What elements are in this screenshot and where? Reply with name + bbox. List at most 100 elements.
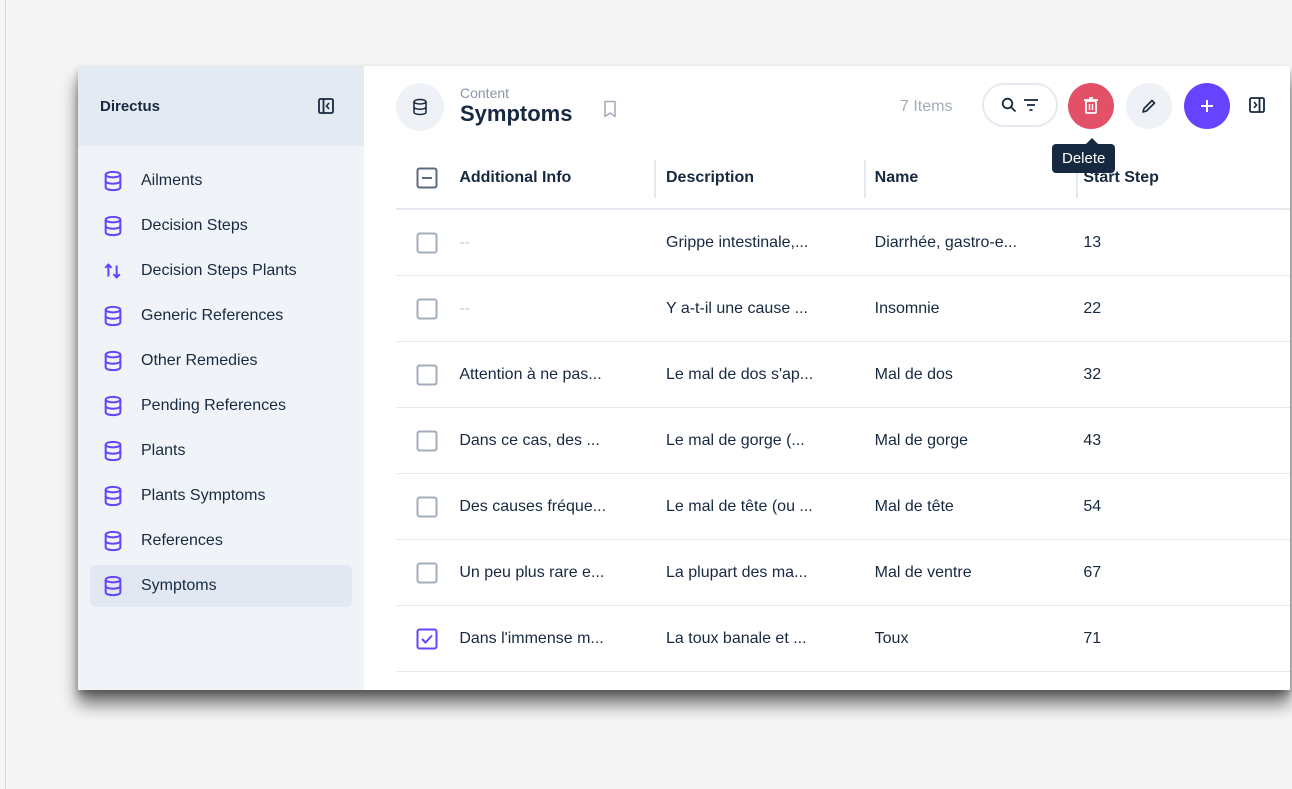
cell-start-step: 13 bbox=[1083, 233, 1102, 251]
sidebar-item-label: References bbox=[141, 532, 223, 549]
sidebar-item-plants-symptoms[interactable]: Plants Symptoms bbox=[90, 475, 352, 517]
cell-additional-info: Des causes fréque... bbox=[459, 497, 607, 515]
sidebar-item-label: Other Remedies bbox=[141, 352, 258, 369]
sidebar-item-symptoms[interactable]: Symptoms bbox=[90, 565, 352, 607]
cell-start-step: 71 bbox=[1083, 629, 1102, 647]
frame-border bbox=[5, 0, 6, 789]
database-icon bbox=[104, 530, 122, 552]
sidebar-item-label: Plants Symptoms bbox=[141, 487, 266, 504]
database-icon bbox=[104, 440, 122, 462]
page-title: Symptoms bbox=[460, 101, 573, 126]
items-table: Additional Info Description Name Start S… bbox=[396, 148, 1290, 672]
row-checkbox-checked[interactable] bbox=[416, 628, 438, 650]
cell-name: Toux bbox=[874, 629, 909, 647]
sidebar-item-references[interactable]: References bbox=[90, 520, 352, 562]
row-select-cell bbox=[396, 628, 459, 650]
sidebar: Directus Ailments Decision Steps Decision … bbox=[78, 66, 364, 690]
sidebar-toggle-icon[interactable] bbox=[1249, 97, 1265, 113]
cell-name: Mal de tête bbox=[874, 497, 954, 515]
cell-name: Mal de dos bbox=[874, 365, 953, 383]
item-count: 7 Items bbox=[900, 98, 953, 115]
row-checkbox[interactable] bbox=[416, 364, 438, 386]
add-item-button[interactable] bbox=[1184, 83, 1230, 129]
page-header: Content Symptoms 7 Items Delete bbox=[364, 66, 1290, 173]
database-icon bbox=[104, 305, 122, 327]
select-all-checkbox[interactable] bbox=[416, 167, 438, 189]
column-resize-handle[interactable] bbox=[864, 160, 866, 198]
table-row[interactable]: Un peu plus rare e... La plupart des ma..… bbox=[396, 540, 1290, 606]
cell-name: Mal de gorge bbox=[874, 431, 969, 449]
sidebar-item-label: Ailments bbox=[141, 172, 203, 189]
row-select-cell bbox=[396, 430, 459, 452]
row-checkbox[interactable] bbox=[416, 562, 438, 584]
cell-start-step: 67 bbox=[1083, 563, 1102, 581]
cell-description: Le mal de gorge (... bbox=[666, 431, 805, 449]
row-checkbox[interactable] bbox=[416, 430, 438, 452]
app-window: Directus Ailments Decision Steps Decision … bbox=[78, 66, 1290, 690]
row-checkbox[interactable] bbox=[416, 496, 438, 518]
plus-icon bbox=[1201, 100, 1213, 112]
sidebar-item-label: Pending References bbox=[141, 397, 286, 414]
table-row[interactable]: Dans l'immense m... La toux banale et ...… bbox=[396, 606, 1290, 672]
row-select-cell bbox=[396, 232, 459, 254]
database-icon bbox=[104, 170, 122, 192]
column-header-name[interactable]: Name bbox=[875, 169, 1084, 187]
sidebar-item-label: Plants bbox=[141, 442, 186, 459]
pencil-icon bbox=[1142, 99, 1156, 113]
database-icon bbox=[104, 215, 122, 237]
column-resize-handle[interactable] bbox=[654, 160, 656, 198]
cell-name: Insomnie bbox=[874, 299, 940, 317]
column-header-additional-info[interactable]: Additional Info bbox=[459, 169, 666, 187]
collection-icon-button[interactable] bbox=[396, 83, 444, 131]
filter-icon[interactable] bbox=[1023, 98, 1039, 112]
cell-description: Le mal de dos s'ap... bbox=[666, 365, 814, 383]
sidebar-item-label: Decision Steps bbox=[141, 217, 248, 234]
sidebar-item-pending-references[interactable]: Pending References bbox=[90, 385, 352, 427]
row-select-cell bbox=[396, 562, 459, 584]
row-select-cell bbox=[396, 364, 459, 386]
table-row[interactable]: -- Y a-t-il une cause ... Insomnie 22 bbox=[396, 276, 1290, 342]
cell-additional-info: -- bbox=[459, 233, 470, 251]
row-checkbox[interactable] bbox=[416, 298, 438, 320]
sidebar-item-decision-steps[interactable]: Decision Steps bbox=[90, 205, 352, 247]
table-row[interactable]: -- Grippe intestinale,... Diarrhée, gastro… bbox=[396, 210, 1290, 276]
bookmark-icon[interactable] bbox=[602, 100, 618, 118]
edit-button[interactable] bbox=[1126, 83, 1172, 129]
collapse-sidebar-icon[interactable] bbox=[318, 98, 334, 114]
search-button[interactable] bbox=[982, 83, 1058, 127]
database-icon bbox=[104, 395, 122, 417]
sidebar-item-label: Symptoms bbox=[141, 577, 217, 594]
database-icon bbox=[104, 350, 122, 372]
cell-name: Mal de ventre bbox=[874, 563, 972, 581]
delete-button[interactable] bbox=[1068, 83, 1114, 129]
select-all-cell bbox=[396, 167, 459, 189]
breadcrumb[interactable]: Content bbox=[460, 85, 509, 101]
cell-additional-info: Un peu plus rare e... bbox=[459, 563, 605, 581]
sidebar-item-generic-references[interactable]: Generic References bbox=[90, 295, 352, 337]
table-row[interactable]: Attention à ne pas... Le mal de dos s'ap.… bbox=[396, 342, 1290, 408]
column-header-start-step[interactable]: Start Step bbox=[1083, 169, 1290, 187]
sidebar-item-other-remedies[interactable]: Other Remedies bbox=[90, 340, 352, 382]
project-title: Directus bbox=[100, 97, 161, 115]
sidebar-item-decision-steps-plants[interactable]: Decision Steps Plants bbox=[90, 250, 352, 292]
cell-additional-info: -- bbox=[459, 299, 470, 317]
delete-tooltip: Delete bbox=[1052, 138, 1116, 173]
cell-start-step: 32 bbox=[1083, 365, 1102, 383]
collection-nav: Ailments Decision Steps Decision Steps Pla… bbox=[78, 146, 364, 607]
table-row[interactable]: Des causes fréque... Le mal de tête (ou .… bbox=[396, 474, 1290, 540]
cell-description: Grippe intestinale,... bbox=[666, 233, 809, 251]
database-icon bbox=[104, 575, 122, 597]
database-icon bbox=[413, 98, 427, 116]
sidebar-item-label: Decision Steps Plants bbox=[141, 262, 297, 279]
cell-additional-info: Attention à ne pas... bbox=[459, 365, 602, 383]
sidebar-item-plants[interactable]: Plants bbox=[90, 430, 352, 472]
row-select-cell bbox=[396, 298, 459, 320]
column-header-description[interactable]: Description bbox=[666, 169, 875, 187]
table-row[interactable]: Dans ce cas, des ... Le mal de gorge (...… bbox=[396, 408, 1290, 474]
cell-start-step: 54 bbox=[1083, 497, 1102, 515]
sidebar-item-ailments[interactable]: Ailments bbox=[90, 160, 352, 202]
search-icon bbox=[1001, 97, 1017, 113]
cell-description: La toux banale et ... bbox=[666, 629, 807, 647]
row-checkbox[interactable] bbox=[416, 232, 438, 254]
row-select-cell bbox=[396, 496, 459, 518]
